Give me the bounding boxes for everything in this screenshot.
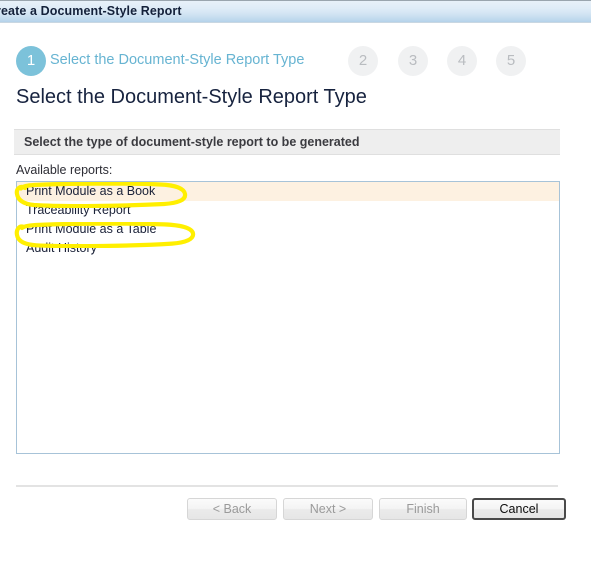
window-title-bar: reate a Document-Style Report: [0, 0, 591, 22]
list-item[interactable]: Audit History: [17, 239, 559, 258]
wizard-step-5[interactable]: 5: [496, 46, 526, 76]
wizard-step-2[interactable]: 2: [348, 46, 378, 76]
list-item[interactable]: Print Module as a Book: [17, 182, 559, 201]
footer-divider: [16, 485, 558, 487]
wizard-step-3[interactable]: 3: [398, 46, 428, 76]
wizard-step-indicator: 1 Select the Document-Style Report Type …: [0, 40, 591, 82]
cancel-button[interactable]: Cancel: [472, 498, 566, 520]
list-item[interactable]: Print Module as a Table: [17, 220, 559, 239]
available-reports-listbox[interactable]: Print Module as a Book Traceability Repo…: [16, 181, 560, 454]
finish-button[interactable]: Finish: [379, 498, 467, 520]
title-bar-divider: [0, 22, 591, 23]
wizard-step-1-label: Select the Document-Style Report Type: [50, 52, 305, 68]
window-title: reate a Document-Style Report: [0, 4, 182, 18]
page-subtitle-band: Select the type of document-style report…: [14, 129, 560, 155]
page-subtitle: Select the type of document-style report…: [24, 135, 360, 149]
wizard-step-1[interactable]: 1: [16, 46, 46, 76]
next-button[interactable]: Next >: [283, 498, 373, 520]
page-title: Select the Document-Style Report Type: [16, 86, 367, 108]
wizard-step-4[interactable]: 4: [447, 46, 477, 76]
back-button[interactable]: < Back: [187, 498, 277, 520]
available-reports-label: Available reports:: [16, 163, 113, 177]
list-item[interactable]: Traceability Report: [17, 201, 559, 220]
